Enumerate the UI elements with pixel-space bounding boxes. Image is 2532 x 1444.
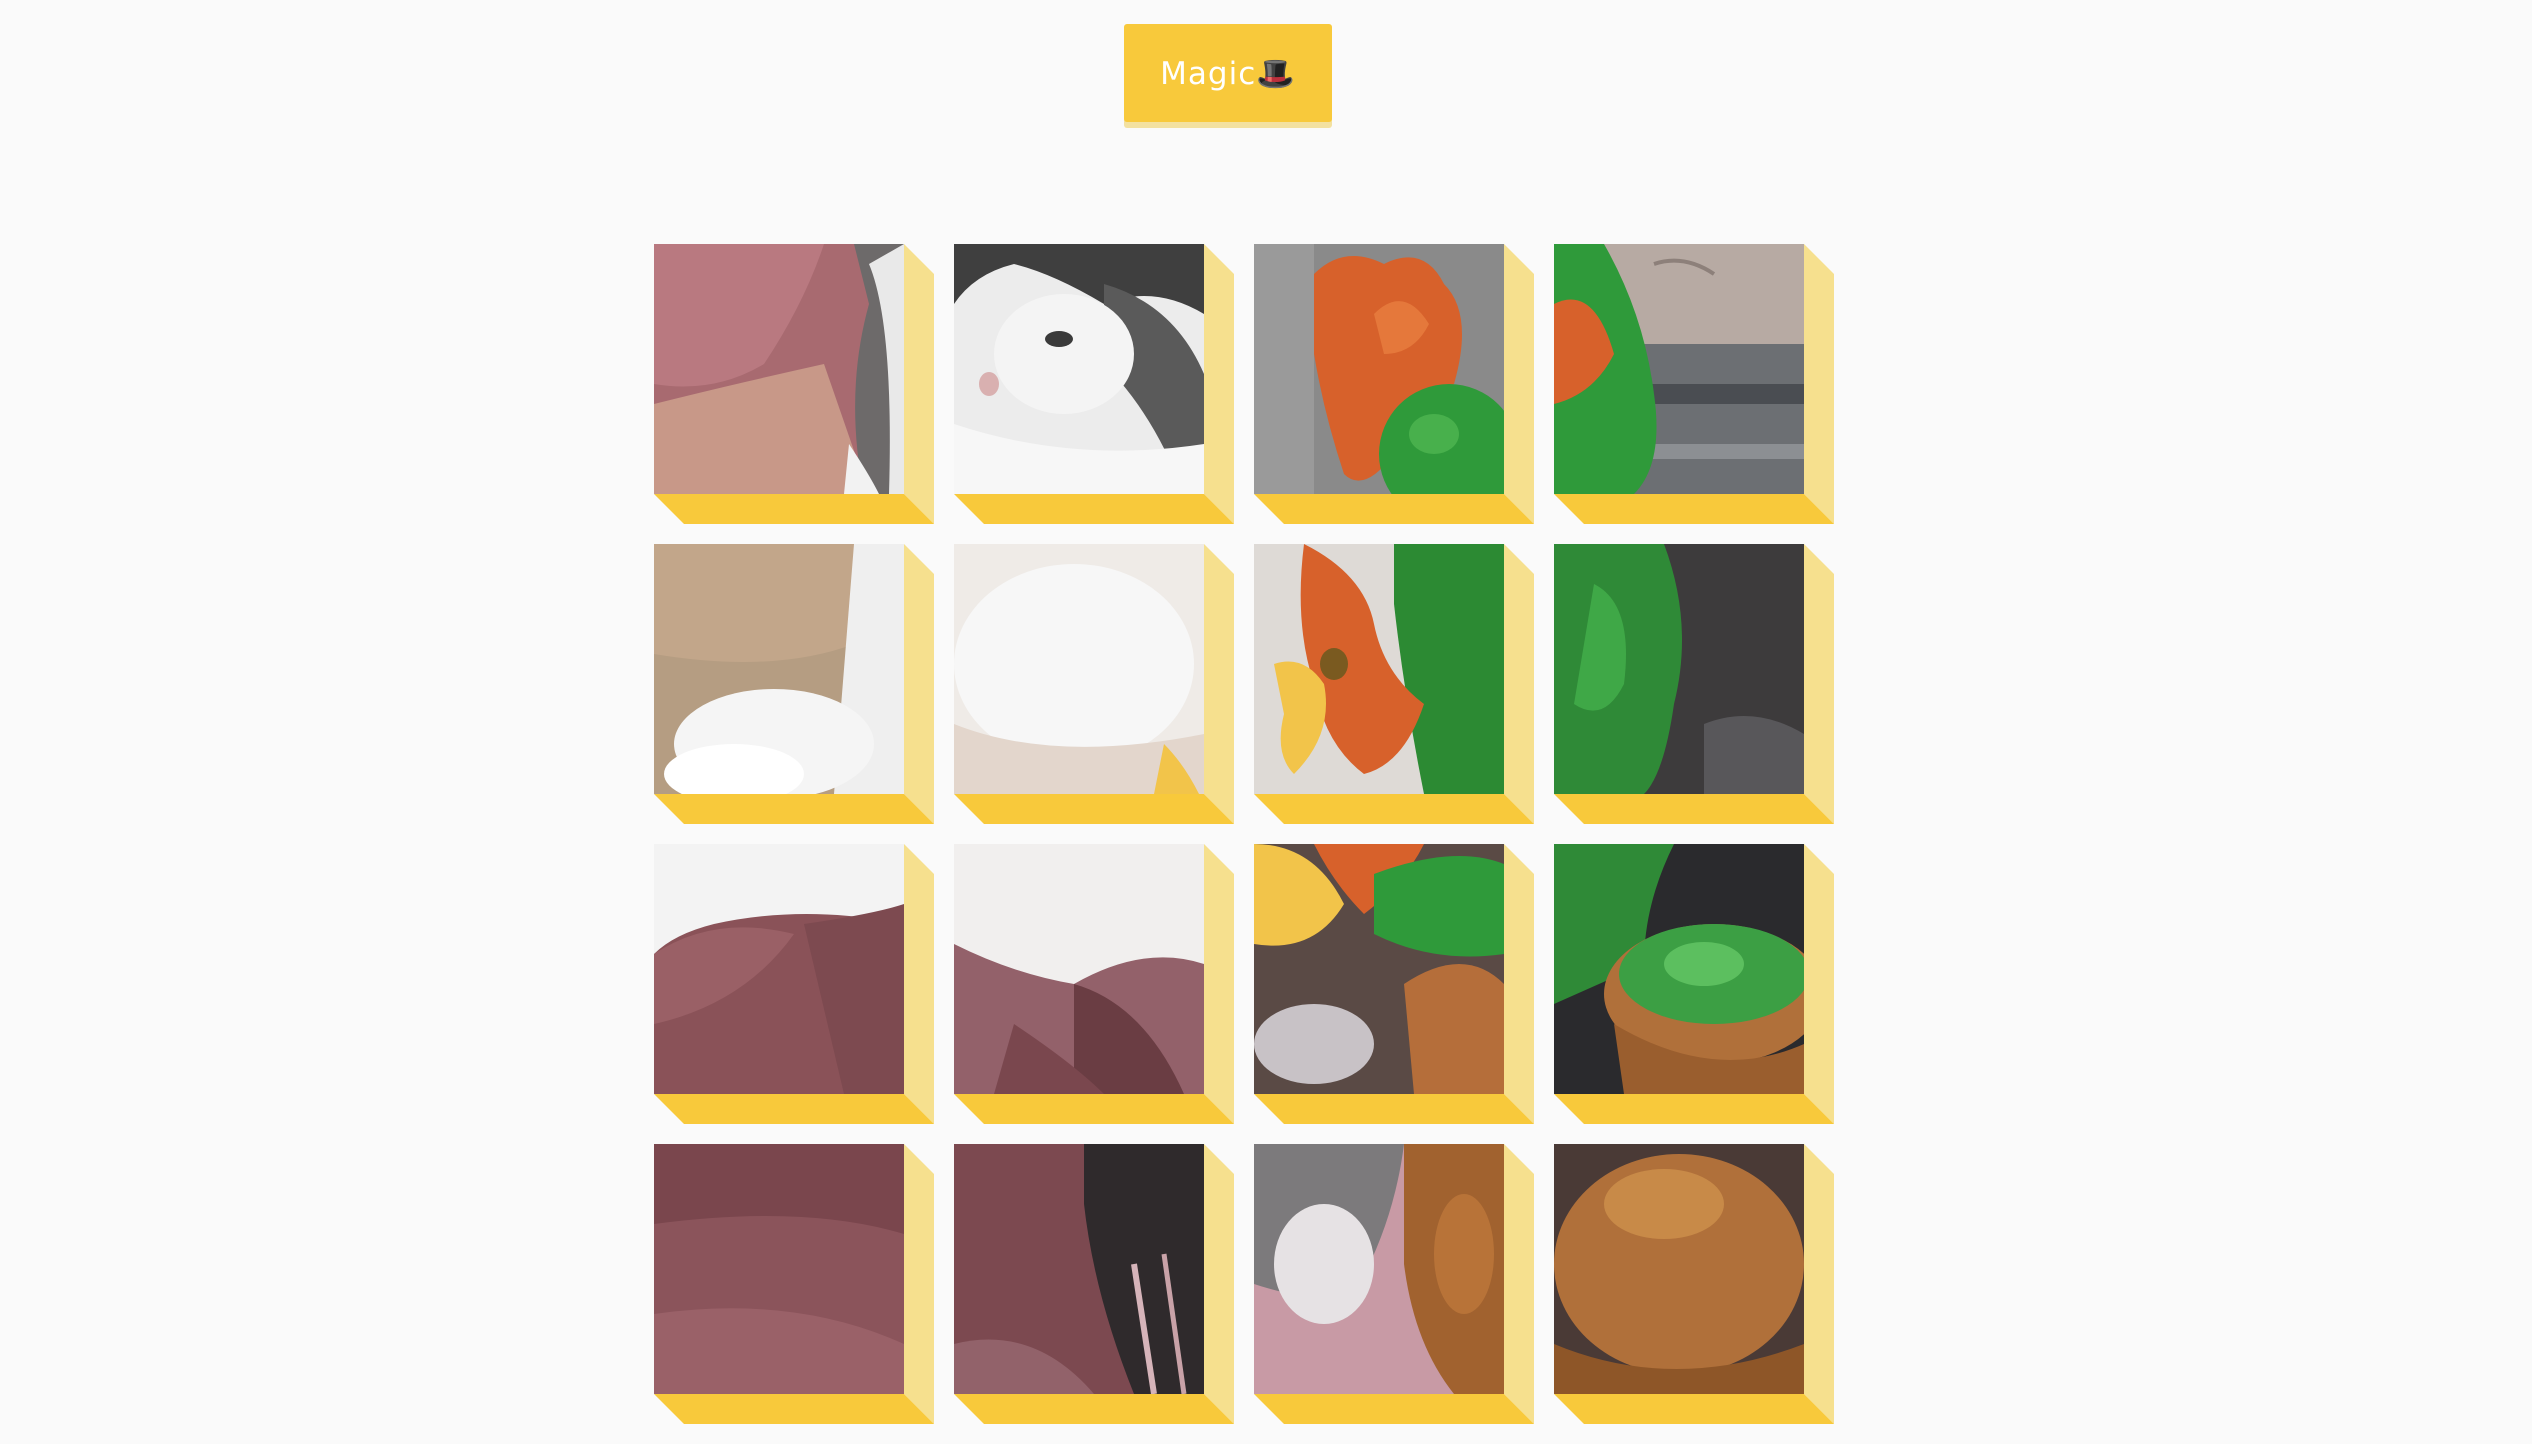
tile-side xyxy=(1204,244,1234,524)
tile-side xyxy=(1504,1144,1534,1424)
tile-side xyxy=(1204,844,1234,1124)
tile-bottom xyxy=(1554,494,1834,524)
tile-side xyxy=(1504,244,1534,524)
tile-image xyxy=(1554,544,1804,794)
tile-side xyxy=(1804,244,1834,524)
puzzle-tile[interactable] xyxy=(1254,844,1534,1124)
puzzle-tile[interactable] xyxy=(1254,244,1534,524)
tile-image xyxy=(954,244,1204,494)
tile-bottom xyxy=(654,794,934,824)
tile-image xyxy=(1254,844,1504,1094)
puzzle-tile[interactable] xyxy=(954,1144,1234,1424)
tile-side xyxy=(904,544,934,824)
tile-bottom xyxy=(1254,794,1534,824)
tile-bottom xyxy=(1254,494,1534,524)
puzzle-tile[interactable] xyxy=(1254,1144,1534,1424)
tile-side xyxy=(1204,1144,1234,1424)
puzzle-tile[interactable] xyxy=(954,844,1234,1124)
tile-image xyxy=(1554,244,1804,494)
tile-side xyxy=(1504,544,1534,824)
tile-bottom xyxy=(954,1394,1234,1424)
puzzle-tile[interactable] xyxy=(1554,844,1834,1124)
tile-side xyxy=(1804,844,1834,1124)
puzzle-tile[interactable] xyxy=(1554,244,1834,524)
tile-bottom xyxy=(1254,1394,1534,1424)
tile-image xyxy=(1254,1144,1504,1394)
puzzle-tile[interactable] xyxy=(954,544,1234,824)
puzzle-tile[interactable] xyxy=(1554,544,1834,824)
tile-image xyxy=(1254,544,1504,794)
tile-bottom xyxy=(954,494,1234,524)
puzzle-grid xyxy=(0,0,2532,1444)
tile-image xyxy=(1554,844,1804,1094)
tile-bottom xyxy=(1254,1094,1534,1124)
puzzle-tile[interactable] xyxy=(654,1144,934,1424)
tile-side xyxy=(904,1144,934,1424)
tile-image xyxy=(954,1144,1204,1394)
tile-bottom xyxy=(654,1094,934,1124)
tile-image xyxy=(1554,1144,1804,1394)
tile-bottom xyxy=(1554,1094,1834,1124)
tile-image xyxy=(954,544,1204,794)
tile-side xyxy=(1504,844,1534,1124)
puzzle-tile[interactable] xyxy=(654,844,934,1124)
tile-image xyxy=(954,844,1204,1094)
tile-side xyxy=(904,844,934,1124)
tile-bottom xyxy=(954,794,1234,824)
tile-bottom xyxy=(954,1094,1234,1124)
puzzle-tile[interactable] xyxy=(654,244,934,524)
puzzle-tile[interactable] xyxy=(1554,1144,1834,1424)
tile-image xyxy=(1254,244,1504,494)
puzzle-tile[interactable] xyxy=(654,544,934,824)
tile-image xyxy=(654,244,904,494)
tile-side xyxy=(904,244,934,524)
tile-bottom xyxy=(654,1394,934,1424)
tile-image xyxy=(654,1144,904,1394)
tile-image xyxy=(654,844,904,1094)
puzzle-tile[interactable] xyxy=(954,244,1234,524)
tile-side xyxy=(1804,1144,1834,1424)
tile-bottom xyxy=(654,494,934,524)
tile-side xyxy=(1804,544,1834,824)
tile-bottom xyxy=(1554,794,1834,824)
tile-image xyxy=(654,544,904,794)
puzzle-tile[interactable] xyxy=(1254,544,1534,824)
tile-side xyxy=(1204,544,1234,824)
tile-bottom xyxy=(1554,1394,1834,1424)
